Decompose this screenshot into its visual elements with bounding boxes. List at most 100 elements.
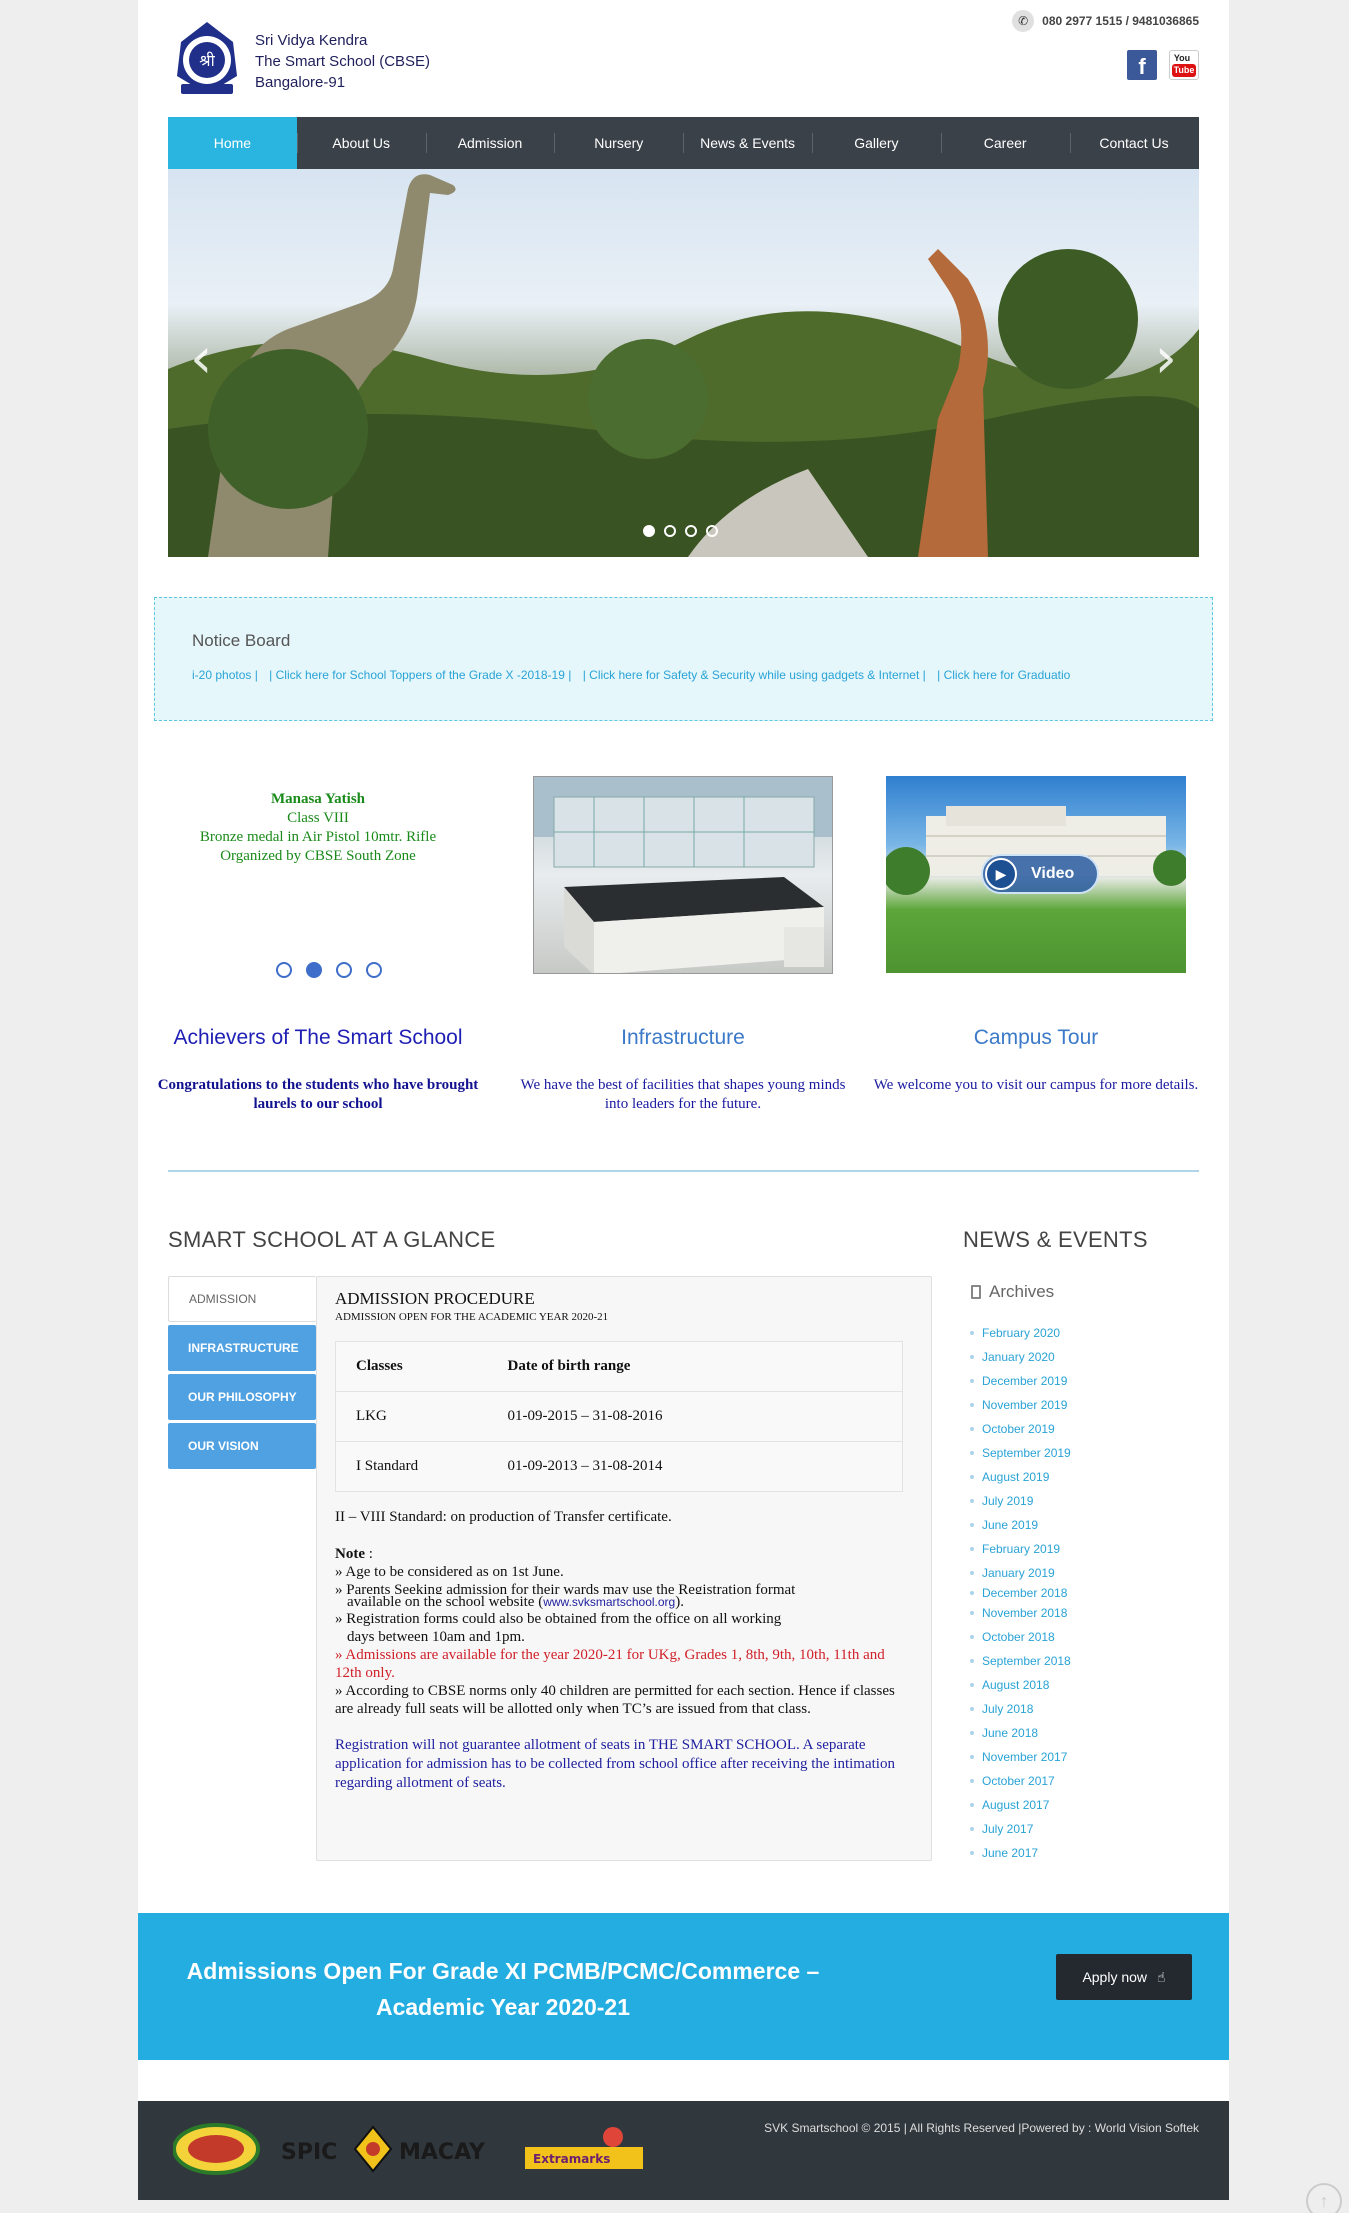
archive-link[interactable]: October 2019 <box>970 1417 1071 1441</box>
archives-header: Archives <box>971 1282 1054 1302</box>
archive-link[interactable]: August 2019 <box>970 1465 1071 1489</box>
notice-link[interactable]: | Click here for Graduatio <box>937 668 1070 682</box>
archive-link[interactable]: November 2019 <box>970 1393 1071 1417</box>
video-play-button[interactable]: ▶ Video <box>981 854 1099 894</box>
achiever-dot[interactable] <box>276 962 292 978</box>
notice-link[interactable]: i-20 photos | <box>192 668 258 682</box>
campus-tour-title[interactable]: Campus Tour <box>871 1026 1201 1050</box>
tab-infrastructure[interactable]: INFRASTRUCTURE <box>168 1325 316 1371</box>
nav-home[interactable]: Home <box>168 117 297 169</box>
table-cell: 01-09-2015 – 31-08-2016 <box>487 1391 903 1442</box>
archives-label: Archives <box>989 1282 1055 1301</box>
slider-next-icon[interactable]: › <box>1155 331 1177 387</box>
scroll-to-top-icon[interactable]: ↑ <box>1306 2183 1342 2213</box>
school-name: Sri Vidya Kendra The Smart School (CBSE)… <box>255 30 430 93</box>
social-links: f You Tube <box>1127 50 1199 80</box>
note-item: » Age to be considered as on 1st June. <box>335 1564 564 1580</box>
dob-table: Classes Date of birth range LKG 01-09-20… <box>335 1341 903 1492</box>
archives-list: February 2020 January 2020 December 2019… <box>970 1321 1071 1865</box>
copyright-text: SVK Smartschool © 2015 | All Rights Rese… <box>764 2121 1095 2135</box>
apply-now-button[interactable]: Apply now ☝ <box>1056 1954 1192 2000</box>
facebook-icon[interactable]: f <box>1127 50 1157 80</box>
slider-image <box>168 174 1199 557</box>
nav-nursery[interactable]: Nursery <box>554 117 683 169</box>
archive-link[interactable]: January 2020 <box>970 1345 1071 1369</box>
archive-link[interactable]: June 2018 <box>970 1721 1071 1745</box>
archive-link[interactable]: October 2018 <box>970 1625 1071 1649</box>
archive-link[interactable]: July 2018 <box>970 1697 1071 1721</box>
table-cell: I Standard <box>335 1441 488 1492</box>
school-name-line3: Bangalore-91 <box>255 74 346 91</box>
archive-link[interactable]: June 2019 <box>970 1513 1071 1537</box>
archive-link[interactable]: January 2019 <box>970 1561 1071 1585</box>
svg-text:श्री: श्री <box>199 51 215 70</box>
lab-illustration <box>534 777 832 973</box>
archive-link[interactable]: December 2018 <box>970 1585 1071 1601</box>
archive-link[interactable]: October 2017 <box>970 1769 1071 1793</box>
pointer-icon: ☝ <box>1157 1968 1166 1985</box>
slider-dot[interactable] <box>685 525 697 537</box>
contact-info: ✆ 080 2977 1515 / 9481036865 <box>1012 10 1199 32</box>
slider-dot[interactable] <box>643 525 655 537</box>
infrastructure-title[interactable]: Infrastructure <box>518 1026 848 1050</box>
banner-text: Admissions Open For Grade XI PCMB/PCMC/C… <box>186 1958 820 2020</box>
school-logo[interactable]: श्री <box>171 20 243 98</box>
slider-dot[interactable] <box>706 525 718 537</box>
archive-link[interactable]: August 2017 <box>970 1793 1071 1817</box>
archive-link[interactable]: November 2017 <box>970 1745 1071 1769</box>
nav-gallery[interactable]: Gallery <box>811 117 941 169</box>
school-name-line2: The Smart School (CBSE) <box>255 53 431 70</box>
procedure-title: ADMISSION PROCEDURE <box>335 1289 535 1308</box>
note-item: ). <box>675 1594 684 1610</box>
slider-prev-icon[interactable]: ‹ <box>190 331 212 387</box>
note-item: » Parents Seeking admission for their wa… <box>335 1582 796 1594</box>
archive-link[interactable]: June 2017 <box>970 1841 1071 1865</box>
nav-contact-us[interactable]: Contact Us <box>1069 117 1199 169</box>
transfer-note: II – VIII Standard: on production of Tra… <box>335 1509 672 1525</box>
archive-link[interactable]: August 2018 <box>970 1673 1071 1697</box>
archive-link[interactable]: February 2020 <box>970 1321 1071 1345</box>
achiever-dot[interactable] <box>336 962 352 978</box>
note-item-highlight: » Admissions are available for the year … <box>335 1647 885 1681</box>
slider-dot[interactable] <box>664 525 676 537</box>
admissions-banner: Admissions Open For Grade XI PCMB/PCMC/C… <box>138 1913 1229 2060</box>
youtube-icon[interactable]: You Tube <box>1169 50 1199 80</box>
tab-our-philosophy[interactable]: OUR PHILOSOPHY <box>168 1374 316 1420</box>
notice-link[interactable]: | Click here for School Toppers of the G… <box>269 668 571 682</box>
archive-link[interactable]: July 2017 <box>970 1817 1071 1841</box>
tab-admission[interactable]: ADMISSION <box>168 1276 316 1322</box>
nav-career[interactable]: Career <box>940 117 1070 169</box>
infrastructure-text: We have the best of facilities that shap… <box>520 1077 846 1112</box>
archive-link[interactable]: September 2018 <box>970 1649 1071 1673</box>
powered-by-link[interactable]: World Vision Softek <box>1095 2121 1199 2135</box>
nav-admission[interactable]: Admission <box>425 117 555 169</box>
note-item: available on the school website ( <box>347 1594 544 1610</box>
infrastructure-image[interactable] <box>533 776 833 974</box>
table-row: LKG 01-09-2015 – 31-08-2016 <box>335 1391 903 1442</box>
archive-link[interactable]: February 2019 <box>970 1537 1071 1561</box>
partner-logos: SPIC MACAY Extramarks <box>173 2123 643 2175</box>
archive-link[interactable]: November 2018 <box>970 1601 1071 1625</box>
notes-list: Note : » Age to be considered as on 1st … <box>335 1545 915 1718</box>
achievers-title[interactable]: Achievers of The Smart School <box>153 1026 483 1050</box>
website-link[interactable]: www.svksmartschool.org <box>543 1595 675 1609</box>
youtube-icon-bottom: Tube <box>1172 64 1196 77</box>
archive-link[interactable]: July 2019 <box>970 1489 1071 1513</box>
archive-link[interactable]: September 2019 <box>970 1441 1071 1465</box>
notice-link[interactable]: | Click here for Safety & Security while… <box>583 668 926 682</box>
news-heading: NEWS & EVENTS <box>963 1227 1148 1252</box>
campus-tour-image[interactable]: ▶ Video <box>886 776 1186 973</box>
archive-link[interactable]: December 2019 <box>970 1369 1071 1393</box>
achiever-organizer: Organized by CBSE South Zone <box>220 848 416 864</box>
macay-logo-text: MACAY <box>399 2140 486 2165</box>
table-header: Date of birth range <box>487 1341 903 1392</box>
extramarks-logo-text: Extramarks <box>533 2152 610 2166</box>
play-icon: ▶ <box>985 858 1017 890</box>
achiever-dot[interactable] <box>366 962 382 978</box>
hero-slider[interactable]: ‹ › <box>168 169 1199 557</box>
nav-about-us[interactable]: About Us <box>296 117 426 169</box>
slider-dots <box>643 525 718 537</box>
achiever-dot[interactable] <box>306 962 322 978</box>
tab-our-vision[interactable]: OUR VISION <box>168 1423 316 1469</box>
nav-news-events[interactable]: News & Events <box>683 117 812 169</box>
